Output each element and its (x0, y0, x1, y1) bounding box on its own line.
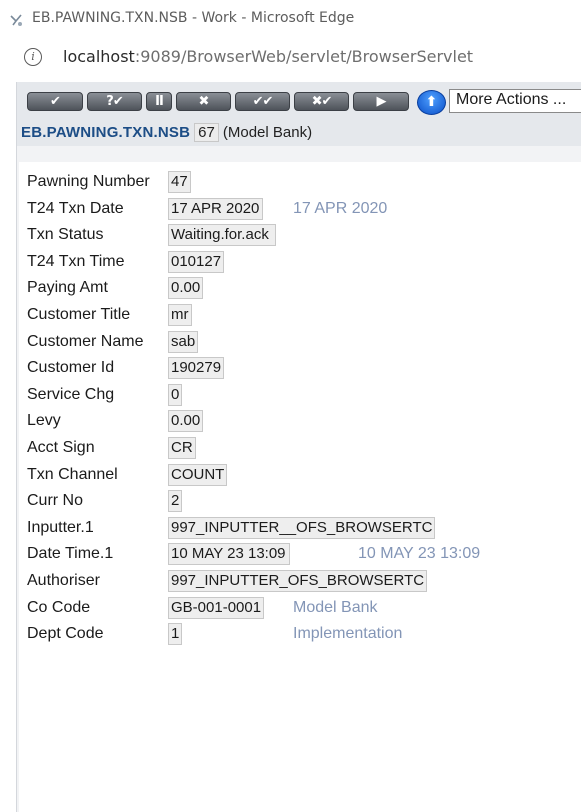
window-title-bar: EB.PAWNING.TXN.NSB - Work - Microsoft Ed… (0, 0, 581, 41)
field-label: Co Code (27, 598, 91, 616)
field-label: Customer Id (27, 359, 115, 377)
field-row: Customer Title mr (19, 304, 581, 328)
field-enrichment: 10 MAY 23 13:09 (358, 545, 481, 563)
field-label: Service Chg (27, 385, 115, 403)
field-row: Paying Amt 0.00 (19, 277, 581, 301)
hold-button[interactable]: II (146, 92, 172, 111)
field-row: Inputter.1 997_INPUTTER__OFS_BROWSERTC (19, 516, 581, 541)
field-value: mr (168, 304, 192, 326)
field-value: 1 (168, 623, 183, 646)
field-label: Dept Code (27, 625, 104, 643)
field-row: Authoriser 997_INPUTTER_OFS_BROWSERTC (19, 570, 581, 594)
company-name: (Model Bank) (222, 124, 313, 141)
field-row: Dept Code 1 Implementation (19, 623, 581, 647)
field-row: Customer Name sab (19, 330, 581, 355)
field-label: T24 Txn Time (27, 252, 125, 270)
screen-title: EB.PAWNING.TXN.NSB 67 (Model Bank) (21, 123, 312, 142)
authorise-button[interactable]: ✔✔ (235, 92, 290, 111)
app-area: ✔ ?✔ II ✖ ✔✔ ✖✔ ▶ ⬆ More Actions ... EB.… (16, 82, 581, 812)
field-label: Paying Amt (27, 279, 108, 297)
field-row: Co Code GB-001-0001 Model Bank (19, 596, 581, 621)
reverse-button[interactable]: ✖✔ (294, 92, 349, 111)
field-value: 2 (168, 490, 183, 513)
field-value: sab (168, 330, 199, 353)
commit-button[interactable]: ✔ (27, 92, 83, 111)
field-label: Authoriser (27, 572, 100, 589)
next-button[interactable]: ▶ (353, 92, 409, 111)
field-row: Date Time.1 10 MAY 23 13:09 10 MAY 23 13:0… (19, 543, 581, 567)
field-row: Acct Sign CR (19, 437, 581, 461)
more-actions-select[interactable]: More Actions ... (449, 89, 581, 113)
url-text[interactable]: localhost:9089/BrowserWeb/servlet/Browse… (63, 47, 473, 66)
validate-button[interactable]: ?✔ (87, 92, 142, 111)
application-name: EB.PAWNING.TXN.NSB (21, 124, 191, 141)
record-id: 67 (194, 123, 219, 142)
field-value: GB-001-0001 (168, 596, 265, 619)
field-label: Txn Status (27, 226, 104, 244)
field-label: Customer Title (27, 306, 131, 323)
record-form: Pawning Number 47 T24 Txn Date 17 APR 2020 1… (19, 162, 581, 812)
field-row: Customer Id 190279 (19, 357, 581, 381)
field-row: Txn Status Waiting.for.ack (19, 224, 581, 248)
field-value: 0.00 (168, 277, 204, 300)
field-row: T24 Txn Date 17 APR 2020 17 APR 2020 (19, 197, 581, 222)
field-row: Pawning Number 47 (19, 171, 581, 195)
field-value: 997_INPUTTER__OFS_BROWSERTC (168, 516, 436, 539)
delete-button[interactable]: ✖ (176, 92, 231, 111)
url-path: :9089/BrowserWeb/servlet/BrowserServlet (134, 47, 474, 66)
field-label: Acct Sign (27, 439, 95, 456)
address-bar[interactable]: i localhost:9089/BrowserWeb/servlet/Brow… (0, 40, 581, 76)
field-value: 0.00 (168, 410, 204, 433)
toolbar: ✔ ?✔ II ✖ ✔✔ ✖✔ ▶ ⬆ More Actions ... EB.… (17, 82, 581, 146)
field-row: Curr No 2 (19, 490, 581, 514)
field-enrichment: Model Bank (293, 598, 378, 616)
info-icon[interactable]: i (24, 48, 42, 66)
field-value: 0 (168, 383, 183, 406)
field-value: 010127 (168, 250, 225, 273)
field-enrichment: Implementation (293, 625, 403, 643)
field-row: Service Chg 0 (19, 383, 581, 408)
field-label: T24 Txn Date (27, 199, 124, 217)
field-label: Customer Name (27, 332, 144, 350)
field-enrichment: 17 APR 2020 (293, 199, 388, 217)
field-value: COUNT (168, 463, 228, 486)
url-host: localhost (63, 47, 135, 66)
field-label: Date Time.1 (27, 545, 114, 563)
field-value: 10 MAY 23 13:09 (168, 543, 290, 566)
field-value: 17 APR 2020 (168, 197, 263, 220)
field-value: Waiting.for.ack (168, 224, 276, 247)
window-title: EB.PAWNING.TXN.NSB - Work - Microsoft Ed… (32, 10, 355, 26)
field-value: 190279 (168, 357, 225, 380)
app-icon (10, 14, 22, 26)
field-value: 47 (168, 171, 191, 193)
up-arrow-icon[interactable]: ⬆ (417, 90, 446, 115)
field-row: Levy 0.00 (19, 410, 581, 434)
field-label: Pawning Number (27, 173, 150, 190)
field-label: Curr No (27, 492, 84, 510)
field-row: Txn Channel COUNT (19, 463, 581, 488)
field-label: Inputter.1 (27, 518, 94, 536)
field-row: T24 Txn Time 010127 (19, 250, 581, 275)
field-value: 997_INPUTTER_OFS_BROWSERTC (168, 570, 428, 592)
field-value: CR (168, 437, 196, 459)
field-label: Levy (27, 412, 61, 430)
field-label: Txn Channel (27, 465, 118, 483)
